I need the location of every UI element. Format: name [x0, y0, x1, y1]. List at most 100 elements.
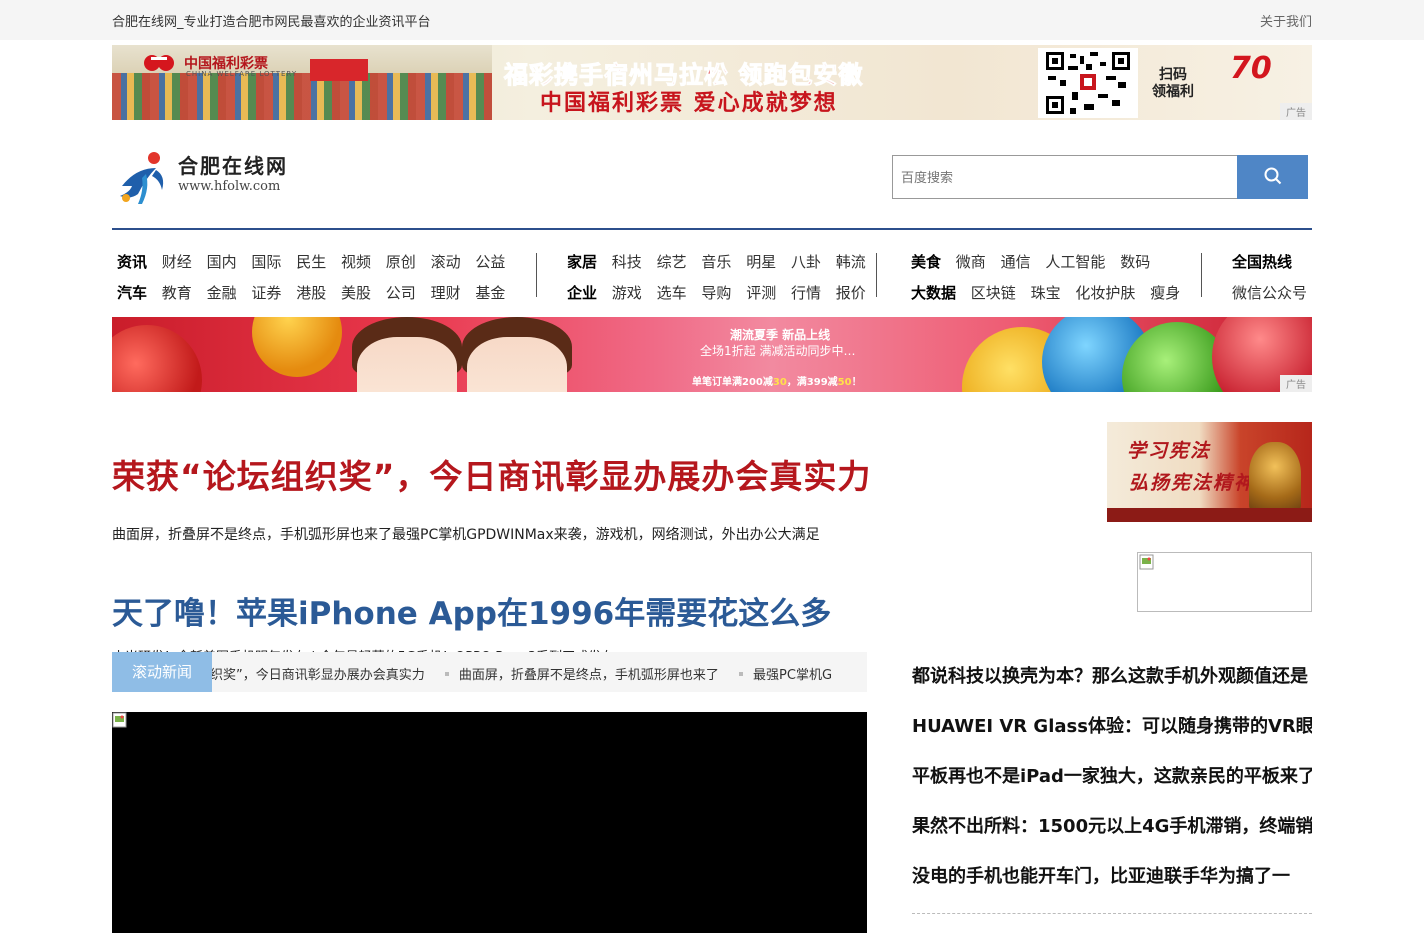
nav-item[interactable]: 导购: [701, 284, 731, 302]
ad-line-3a: 单笔订单满200减: [692, 377, 773, 388]
list-item[interactable]: 果然不出所料：1500元以上4G手机滞销，终端销: [912, 812, 1312, 862]
ticker-bullet-icon: [444, 672, 449, 676]
logo-figure-icon: [120, 152, 164, 204]
top-bar: 合肥在线网_专业打造合肥市网民最喜欢的企业资讯平台 关于我们: [0, 0, 1424, 40]
nav-group-4-row-2: 微信公众号: [1232, 282, 1317, 303]
nav-item[interactable]: 财经: [162, 253, 192, 271]
list-item[interactable]: 没电的手机也能开车门，比亚迪联手华为搞了一: [912, 862, 1312, 912]
nav-group-3-row-2: 大数据 区块链 珠宝 化妆护肤 瘦身: [911, 282, 1190, 303]
video-player[interactable]: [112, 712, 867, 933]
search-box: [892, 155, 1308, 199]
nav-item[interactable]: 企业: [567, 284, 597, 302]
hot-news-list: 都说科技以换壳为本？那么这款手机外观颜值还是 HUAWEI VR Glass体验…: [912, 662, 1312, 914]
ticker-item[interactable]: 最强PC掌机G: [753, 668, 832, 683]
nav-item[interactable]: 国内: [207, 253, 237, 271]
site-slogan: 合肥在线网_专业打造合肥市网民最喜欢的企业资讯平台: [112, 15, 431, 30]
ticker-item[interactable]: 曲面屏，折叠屏不是终点，手机弧形屏也来了: [459, 668, 719, 683]
nav-item[interactable]: 港股: [296, 284, 326, 302]
broken-image-icon: [1139, 554, 1154, 570]
nav-item[interactable]: 游戏: [612, 284, 642, 302]
nav-item[interactable]: 报价: [836, 284, 866, 302]
nav-item[interactable]: 公益: [475, 253, 505, 271]
site-logo[interactable]: 合肥在线网 www.hfolw.com: [116, 148, 306, 208]
wechat-link[interactable]: 微信公众号: [1232, 284, 1307, 302]
nav-item[interactable]: 明星: [746, 253, 776, 271]
scan-text: 扫码 领福利: [1152, 67, 1194, 101]
nav-item[interactable]: 家居: [567, 253, 597, 271]
balloon-decoration: [112, 325, 202, 392]
qr-code-icon: [1038, 48, 1138, 118]
headline-2[interactable]: 天了噜！苹果iPhone App在1996年需要花这么多: [112, 588, 831, 633]
hotline-link[interactable]: 全国热线: [1232, 253, 1292, 271]
nav-item[interactable]: 韩流: [836, 253, 866, 271]
nav-item[interactable]: 汽车: [117, 284, 147, 302]
nav-group-1-row-2: 汽车 教育 金融 证券 港股 美股 公司 理财 基金: [117, 282, 515, 303]
nav-item[interactable]: 人工智能: [1045, 253, 1105, 271]
ticker-items: 织奖”，今日商讯彰显办展办会真实力 曲面屏，折叠屏不是终点，手机弧形屏也来了 最…: [210, 664, 846, 683]
nav-item[interactable]: 公司: [386, 284, 416, 302]
middle-banner-ad[interactable]: 潮流夏季 新品上线 全场1折起 满减活动同步中… 单笔订单满200减30，满39…: [112, 317, 1312, 392]
ticker-item[interactable]: 织奖”，今日商讯彰显办展办会真实力: [210, 668, 425, 683]
nav-item[interactable]: 科技: [612, 253, 642, 271]
lottery-logo-icon: [144, 55, 174, 71]
nav-separator: [1201, 253, 1202, 297]
ad-tag: 广告: [1280, 375, 1312, 392]
ad-line-3b: 30: [772, 377, 787, 388]
nav-item[interactable]: 微商: [956, 253, 986, 271]
search-input[interactable]: [892, 155, 1238, 199]
nav-item[interactable]: 瘦身: [1150, 284, 1180, 302]
ad-line-3: 单笔订单满200减30，满399减50！: [692, 373, 862, 388]
nav-item[interactable]: 数码: [1120, 253, 1150, 271]
nav-item[interactable]: 理财: [431, 284, 461, 302]
ad-line-3d: 50: [837, 377, 852, 388]
nav-item[interactable]: 选车: [657, 284, 687, 302]
nav-item[interactable]: 化妆护肤: [1075, 284, 1135, 302]
ad-slogan: 中国福利彩票 爱心成就梦想: [540, 91, 838, 116]
nav-item[interactable]: 综艺: [657, 253, 687, 271]
nav-item[interactable]: 滚动: [431, 253, 461, 271]
list-item[interactable]: HUAWEI VR Glass体验：可以随身携带的VR眼: [912, 712, 1312, 762]
nav-separator: [876, 253, 877, 297]
ad-line-3e: ！: [851, 377, 862, 388]
balloon-decoration: [252, 317, 342, 377]
nav-item[interactable]: 美股: [341, 284, 371, 302]
nav-item[interactable]: 珠宝: [1031, 284, 1061, 302]
news-ticker: 滚动新闻 织奖”，今日商讯彰显办展办会真实力 曲面屏，折叠屏不是终点，手机弧形屏…: [112, 652, 867, 692]
lottery-name-en: CHINA WELFARE LOTTERY: [186, 70, 298, 78]
list-divider: [912, 913, 1312, 914]
nav-item[interactable]: 通信: [1001, 253, 1031, 271]
ad-line-2: 全场1折起 满减活动同步中…: [700, 344, 856, 358]
nav-group-1-row-1: 资讯 财经 国内 国际 民生 视频 原创 滚动 公益: [117, 251, 515, 272]
nav-item[interactable]: 教育: [162, 284, 192, 302]
list-item[interactable]: 平板再也不是iPad一家独大，这款亲民的平板来了: [912, 762, 1312, 812]
nav-item[interactable]: 美食: [911, 253, 941, 271]
nav-item[interactable]: 证券: [251, 284, 281, 302]
nav-item[interactable]: 视频: [341, 253, 371, 271]
about-us-link[interactable]: 关于我们: [1260, 11, 1312, 30]
nav-item[interactable]: 国际: [251, 253, 281, 271]
headline-1[interactable]: 荣获“论坛组织奖”，今日商讯彰显办展办会真实力: [112, 450, 871, 498]
nav-item[interactable]: 原创: [386, 253, 416, 271]
nav-separator: [536, 253, 537, 297]
nav-item[interactable]: 资讯: [117, 253, 147, 271]
nav-item[interactable]: 民生: [296, 253, 326, 271]
search-icon: [1264, 167, 1281, 184]
nav-item[interactable]: 评测: [746, 284, 776, 302]
ad-crowd-image: [112, 73, 492, 120]
nav-item[interactable]: 八卦: [791, 253, 821, 271]
nav-item[interactable]: 大数据: [911, 284, 956, 302]
nav-item[interactable]: 区块链: [971, 284, 1016, 302]
headline-1-summary[interactable]: 曲面屏，折叠屏不是终点，手机弧形屏也来了最强PC掌机GPDWINMax来袭，游戏…: [112, 524, 820, 544]
nav-group-2-row-1: 家居 科技 综艺 音乐 明星 八卦 韩流: [567, 251, 876, 272]
nav-item[interactable]: 金融: [207, 284, 237, 302]
model-face: [467, 337, 567, 392]
constitution-ad[interactable]: 学习宪法 弘扬宪法精神: [1107, 422, 1312, 522]
broken-image[interactable]: [1137, 552, 1312, 612]
top-banner-ad[interactable]: 中国福利彩票 CHINA WELFARE LOTTERY 福彩携手宿州马拉松 领…: [112, 45, 1312, 120]
nav-item[interactable]: 基金: [475, 284, 505, 302]
search-button[interactable]: [1237, 155, 1308, 199]
side-ad-line-2: 弘扬宪法精神: [1129, 472, 1256, 494]
nav-item[interactable]: 音乐: [701, 253, 731, 271]
nav-item[interactable]: 行情: [791, 284, 821, 302]
list-item[interactable]: 都说科技以换壳为本？那么这款手机外观颜值还是: [912, 662, 1312, 712]
